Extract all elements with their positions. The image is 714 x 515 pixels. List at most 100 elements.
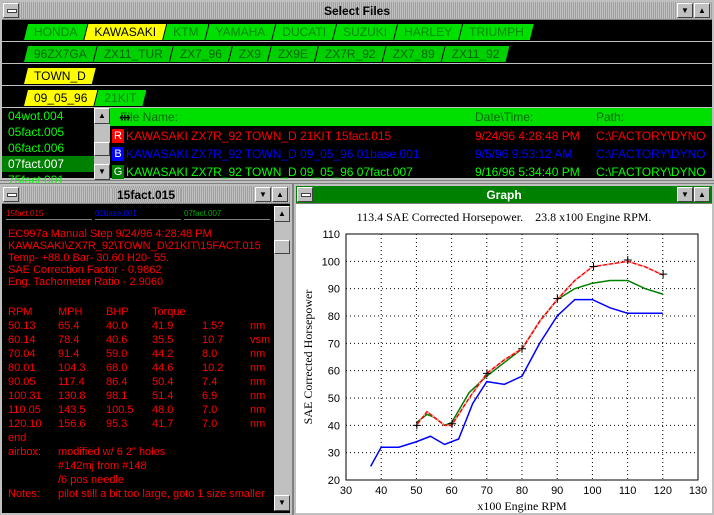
grid-file-name: KAWASAKI ZX7R_92 TOWN_D 09_05_96 01base.… (126, 147, 420, 161)
locations-row: TOWN_D (2, 66, 712, 86)
detail-maximize-button[interactable]: ▲ (272, 187, 288, 202)
scroll-thumb[interactable] (94, 142, 110, 156)
grid-date-time: 9/16/96 5:34:40 PM (475, 165, 580, 179)
configs-tab[interactable]: 09_05_96 (24, 90, 97, 106)
file-detail-titlebar[interactable]: 15fact.015 ▼ ▲ (2, 186, 290, 204)
grid-row[interactable]: R KAWASAKI ZX7R_92 TOWN_D 21KIT 15fact.01… (110, 128, 712, 144)
detail-table-cell: 10.7 (202, 334, 224, 346)
path-header[interactable]: Path: (596, 108, 624, 126)
detail-table-cell: 78.4 (58, 334, 80, 346)
models-tab[interactable]: ZX7_96 (170, 46, 232, 62)
series-color-marker[interactable]: G (112, 165, 124, 179)
configs-tab[interactable]: 21KIT (94, 90, 146, 106)
detail-table-header: MPH (58, 306, 83, 318)
x-tick-label: 120 (654, 485, 672, 497)
detail-note-text: #142mj from #148 (58, 460, 147, 472)
detail-table-cell: 59.0 (106, 348, 128, 360)
file-list-scrollbar[interactable]: ▲ ▼ (94, 108, 110, 180)
detail-table-header: Torque (152, 306, 186, 318)
detail-legend-tab[interactable]: 01base.001 (95, 208, 181, 220)
maximize-button[interactable]: ▲ (694, 3, 710, 18)
file-list-item[interactable]: 05fact.005 (2, 124, 94, 140)
file-list-item[interactable]: 06fact.006 (2, 140, 94, 156)
detail-table-cell: 50.4 (152, 376, 174, 388)
makes-tab[interactable]: HARLEY (394, 24, 462, 40)
grid-row[interactable]: B KAWASAKI ZX7R_92 TOWN_D 09_05_96 01base… (110, 146, 712, 162)
models-tab[interactable]: ZX9 (229, 46, 271, 62)
detail-table-cell: 117.4 (58, 376, 85, 388)
scroll-down-button[interactable]: ▼ (94, 164, 110, 180)
series-color-marker[interactable]: R (112, 129, 124, 143)
x-tick-label: 100 (583, 485, 601, 497)
x-tick-label: 50 (410, 485, 422, 497)
detail-scroll-up-button[interactable]: ▲ (274, 206, 290, 222)
y-tick-label: 100 (322, 256, 340, 268)
makes-tab[interactable]: YAMAHA (205, 24, 275, 40)
detail-system-menu-button[interactable] (3, 187, 19, 202)
detail-legend-tab[interactable]: 07fact.007 (184, 208, 270, 220)
file-list-item[interactable]: 07fact.007 (2, 156, 94, 172)
models-tab[interactable]: ZX7R_92 (315, 46, 386, 62)
detail-note-label: airbox: (8, 446, 42, 458)
detail-legend-tab[interactable]: 15fact.015 (6, 208, 92, 220)
system-menu-button[interactable] (3, 3, 19, 18)
makes-tab[interactable]: KAWASAKI (84, 24, 166, 40)
makes-tab[interactable]: KTM (163, 24, 208, 40)
detail-table-cell: 35.5 (152, 334, 174, 346)
scroll-up-button[interactable]: ▲ (94, 108, 110, 124)
detail-table-cell: 60.14 (8, 334, 36, 346)
detail-scroll-down-button[interactable]: ▼ (274, 495, 290, 511)
y-tick-label: 90 (328, 284, 340, 296)
grid-header: File Name: Date\Time: Path: (110, 108, 712, 126)
models-tab[interactable]: 96ZX7GA (24, 46, 97, 62)
grid-row[interactable]: G KAWASAKI ZX7R_92 TOWN_D 09_05_96 07fact… (110, 164, 712, 180)
grid-file-name: KAWASAKI ZX7R_92 TOWN_D 21KIT 15fact.015 (126, 129, 392, 143)
detail-scrollbar[interactable]: ▲ ▼ (274, 206, 290, 511)
makes-tab[interactable]: SUZUKI (333, 24, 397, 40)
makes-tab[interactable]: DUCATI (272, 24, 336, 40)
file-list-item[interactable]: 04wot.004 (2, 108, 94, 124)
models-tab[interactable]: ZX11_TUR (94, 46, 173, 62)
detail-table-cell: 44.2 (152, 348, 174, 360)
grid-date-time: 9/5/96 9:53:12 AM (475, 147, 573, 161)
grid-path: C:\FACTORY\DYNO (596, 165, 706, 179)
y-tick-label: 50 (328, 393, 340, 405)
models-tab[interactable]: ZX11_92 (442, 46, 510, 62)
detail-table-cell: 7.0 (202, 404, 218, 416)
detail-table-cell: 7.4 (202, 376, 218, 388)
minimize-button[interactable]: ▼ (677, 3, 693, 18)
series-color-marker[interactable]: B (112, 147, 124, 161)
detail-info-line: Eng. Tachometer Ratio - 2.9060 (8, 276, 164, 288)
detail-table-header: RPM (8, 306, 33, 318)
detail-note-label: Notes: (8, 488, 40, 500)
file-detail-window: 15fact.015 ▼ ▲ 15fact.015 01base.001 07fac… (0, 183, 293, 515)
detail-table-cell: 40.0 (106, 320, 128, 332)
models-tab[interactable]: ZX7_89 (383, 46, 445, 62)
detail-table-cell: vsm (250, 334, 271, 346)
file-list[interactable]: 04wot.004 05fact.005 06fact.006 07fact.007 7… (2, 108, 94, 188)
models-tab[interactable]: ZX9E (268, 46, 318, 62)
detail-info-line: SAE Correction Factor - 0.9862 (8, 264, 162, 276)
detail-table-cell: nm (250, 418, 266, 430)
detail-note-text: /6 pos needle (58, 474, 125, 486)
detail-table-cell: 8.0 (202, 348, 218, 360)
configs-row: 09_05_96 21KIT (2, 88, 712, 108)
makes-tab[interactable]: TRIUMPH (459, 24, 534, 40)
makes-tab[interactable]: HONDA (24, 24, 87, 40)
grid-path: C:\FACTORY\DYNO (596, 129, 706, 143)
detail-table-cell: 41.7 (152, 418, 174, 430)
detail-table-cell: 110.05 (8, 404, 41, 416)
detail-scroll-thumb[interactable] (274, 240, 290, 254)
date-time-header[interactable]: Date\Time: (475, 108, 533, 126)
detail-minimize-button[interactable]: ▼ (255, 187, 271, 202)
select-files-titlebar[interactable]: Select Files ▼ ▲ (2, 2, 712, 20)
x-tick-label: 130 (689, 485, 707, 497)
makes-tabstrip: HONDA KAWASAKI KTM YAMAHA DUCATI SUZUKI HARLEY… (24, 24, 531, 40)
horsepower-chart[interactable]: 30 40 50 60 70 80 90 100 110 120 13020304050607080… (296, 186, 712, 513)
locations-tab[interactable]: TOWN_D (24, 68, 96, 84)
detail-table-cell: 40.6 (106, 334, 128, 346)
x-tick-label: 90 (551, 485, 563, 497)
detail-info-line: EC997a Manual Step 9/24/96 4:28:48 PM (8, 228, 212, 240)
resize-cursor-icon: ⇹ (119, 109, 131, 125)
makes-row: HONDA KAWASAKI KTM YAMAHA DUCATI SUZUKI HARLEY… (2, 22, 712, 42)
